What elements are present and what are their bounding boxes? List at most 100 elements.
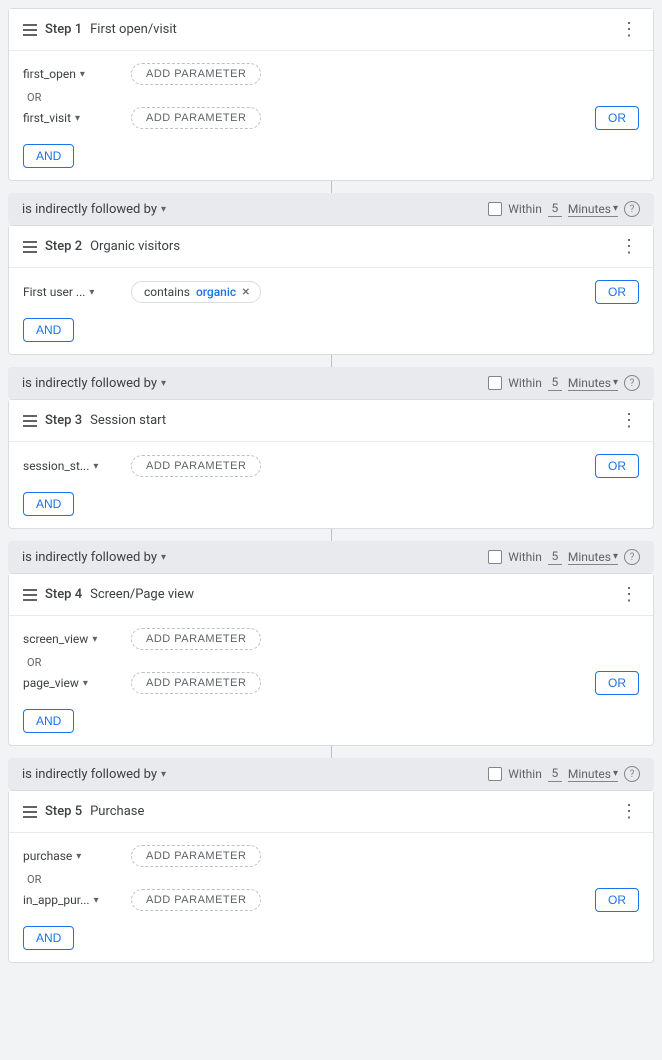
step-1-add-param-2[interactable]: ADD PARAMETER	[131, 107, 261, 129]
step-4-title: Screen/Page view	[90, 587, 194, 602]
step-2-more-icon[interactable]: ⋮	[620, 236, 639, 257]
step-2-header-left: Step 2 Organic visitors	[23, 239, 180, 254]
step-4-or-button[interactable]: OR	[595, 671, 639, 695]
connector-2-select[interactable]: is indirectly followed by ▾	[22, 376, 166, 391]
connector-3-within-checkbox[interactable]	[488, 550, 502, 564]
step-1-body: first_open ▾ ADD PARAMETER OR first_visi…	[9, 51, 653, 180]
connector-vertical-4	[8, 746, 654, 758]
connector-3: is indirectly followed by ▾ Within 5 Min…	[8, 541, 654, 573]
step-2-contains-keyword: organic	[196, 285, 236, 299]
connector-2-help-icon[interactable]: ?	[624, 375, 640, 391]
step-4-event-2-name: page_view	[23, 676, 79, 690]
step-2-event-1-select[interactable]: First user ... ▾	[23, 285, 123, 299]
step-3-add-param-1[interactable]: ADD PARAMETER	[131, 455, 261, 477]
connector-4-within-label: Within	[508, 767, 542, 781]
connector-2-within-unit[interactable]: Minutes ▾	[568, 376, 618, 391]
step-card-2: Step 2 Organic visitors ⋮ First user ...…	[8, 225, 654, 355]
step-5-event-row-2: in_app_pur... ▾ ADD PARAMETER OR	[23, 888, 639, 912]
vertical-line-2	[331, 355, 332, 367]
drag-handle-icon[interactable]	[23, 24, 37, 36]
step-3-event-1-arrow: ▾	[93, 461, 98, 472]
step-1-add-param-1[interactable]: ADD PARAMETER	[131, 63, 261, 85]
step-1-event-2-arrow: ▾	[75, 113, 80, 124]
step-3-more-icon[interactable]: ⋮	[620, 410, 639, 431]
connector-4-within-unit[interactable]: Minutes ▾	[568, 767, 618, 782]
connector-2-within: Within 5 Minutes ▾ ?	[488, 375, 640, 391]
drag-handle-icon-2[interactable]	[23, 241, 37, 253]
step-4-add-param-1[interactable]: ADD PARAMETER	[131, 628, 261, 650]
connector-1-select[interactable]: is indirectly followed by ▾	[22, 202, 166, 217]
connector-3-within-number: 5	[548, 549, 562, 565]
connector-2-unit-arrow: ▾	[613, 377, 618, 388]
connector-vertical-3	[8, 529, 654, 541]
connector-2-unit-text: Minutes	[568, 376, 611, 390]
connector-4-within-number: 5	[548, 766, 562, 782]
step-5-event-2-select[interactable]: in_app_pur... ▾	[23, 893, 123, 907]
connector-4-help-icon[interactable]: ?	[624, 766, 640, 782]
step-5-more-icon[interactable]: ⋮	[620, 801, 639, 822]
step-1-more-icon[interactable]: ⋮	[620, 19, 639, 40]
drag-handle-icon-3[interactable]	[23, 415, 37, 427]
connector-2-within-checkbox[interactable]	[488, 376, 502, 390]
connector-2-arrow: ▾	[161, 378, 166, 389]
step-4-event-2-select[interactable]: page_view ▾	[23, 676, 123, 690]
step-4-event-row-2: page_view ▾ ADD PARAMETER OR	[23, 671, 639, 695]
drag-handle-icon-5[interactable]	[23, 806, 37, 818]
step-4-and-button[interactable]: AND	[23, 709, 74, 733]
connector-1-arrow: ▾	[161, 204, 166, 215]
step-2-or-button[interactable]: OR	[595, 280, 639, 304]
step-1-event-1-select[interactable]: first_open ▾	[23, 67, 123, 81]
connector-1: is indirectly followed by ▾ Within 5 Min…	[8, 193, 654, 225]
step-1-event-1-name: first_open	[23, 67, 76, 81]
connector-4-within-checkbox[interactable]	[488, 767, 502, 781]
connector-3-select[interactable]: is indirectly followed by ▾	[22, 550, 166, 565]
step-4-event-1-arrow: ▾	[92, 634, 97, 645]
step-2-and-button[interactable]: AND	[23, 318, 74, 342]
vertical-line-3	[331, 529, 332, 541]
step-4-event-1-select[interactable]: screen_view ▾	[23, 632, 123, 646]
step-1-event-row-1: first_open ▾ ADD PARAMETER	[23, 63, 639, 85]
step-4-add-param-2[interactable]: ADD PARAMETER	[131, 672, 261, 694]
step-2-header: Step 2 Organic visitors ⋮	[9, 226, 653, 268]
connector-1-help-icon[interactable]: ?	[624, 201, 640, 217]
connector-4-unit-text: Minutes	[568, 767, 611, 781]
connector-2-within-number: 5	[548, 375, 562, 391]
connector-3-within-unit[interactable]: Minutes ▾	[568, 550, 618, 565]
connector-4-select[interactable]: is indirectly followed by ▾	[22, 767, 166, 782]
step-1-event-2-name: first_visit	[23, 111, 71, 125]
step-card-1: Step 1 First open/visit ⋮ first_open ▾ A…	[8, 8, 654, 181]
step-3-or-button[interactable]: OR	[595, 454, 639, 478]
step-2-tag-close[interactable]: ×	[242, 285, 249, 299]
step-4-body: screen_view ▾ ADD PARAMETER OR page_view…	[9, 616, 653, 745]
step-1-or-button[interactable]: OR	[595, 106, 639, 130]
step-1-and-button[interactable]: AND	[23, 144, 74, 168]
step-2-event-1-name: First user ...	[23, 285, 85, 299]
connector-1-within-checkbox[interactable]	[488, 202, 502, 216]
step-3-and-button[interactable]: AND	[23, 492, 74, 516]
step-5-or-button[interactable]: OR	[595, 888, 639, 912]
connector-2: is indirectly followed by ▾ Within 5 Min…	[8, 367, 654, 399]
connector-1-within-unit[interactable]: Minutes ▾	[568, 202, 618, 217]
step-4-or-label: OR	[23, 656, 639, 669]
step-5-add-param-2[interactable]: ADD PARAMETER	[131, 889, 261, 911]
connector-3-help-icon[interactable]: ?	[624, 549, 640, 565]
step-5-add-param-1[interactable]: ADD PARAMETER	[131, 845, 261, 867]
step-1-event-row-2: first_visit ▾ ADD PARAMETER OR	[23, 106, 639, 130]
step-4-more-icon[interactable]: ⋮	[620, 584, 639, 605]
step-5-event-1-select[interactable]: purchase ▾	[23, 849, 123, 863]
step-5-number: Step 5	[45, 804, 82, 819]
step-5-and-button[interactable]: AND	[23, 926, 74, 950]
step-5-event-1-name: purchase	[23, 849, 72, 863]
step-3-event-1-select[interactable]: session_st... ▾	[23, 459, 123, 473]
step-card-3: Step 3 Session start ⋮ session_st... ▾ A…	[8, 399, 654, 529]
step-1-header: Step 1 First open/visit ⋮	[9, 9, 653, 51]
step-5-event-1-arrow: ▾	[76, 851, 81, 862]
step-2-title: Organic visitors	[90, 239, 180, 254]
step-1-event-1-arrow: ▾	[80, 69, 85, 80]
step-1-event-2-select[interactable]: first_visit ▾	[23, 111, 123, 125]
step-5-header: Step 5 Purchase ⋮	[9, 791, 653, 833]
connector-1-unit-arrow: ▾	[613, 203, 618, 214]
drag-handle-icon-4[interactable]	[23, 589, 37, 601]
step-4-header: Step 4 Screen/Page view ⋮	[9, 574, 653, 616]
step-2-event-1-arrow: ▾	[89, 287, 94, 298]
